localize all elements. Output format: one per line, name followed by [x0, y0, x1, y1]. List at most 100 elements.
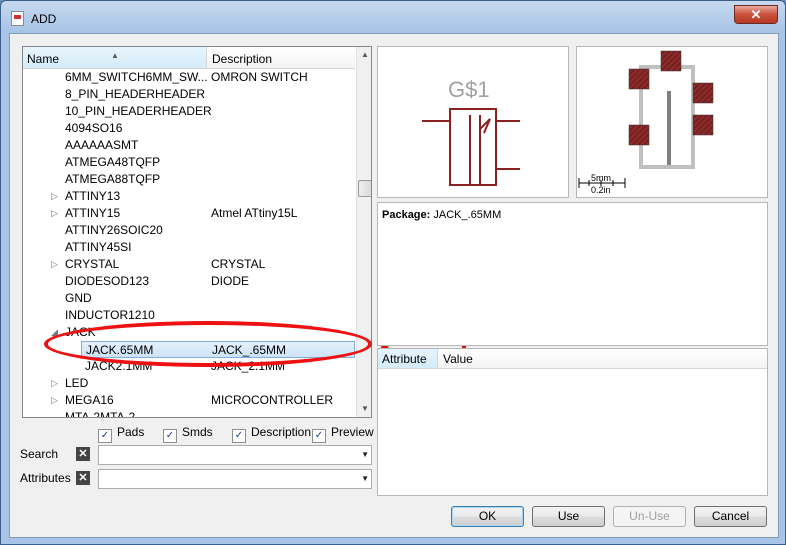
tree-row[interactable]: ▷ MEGA16 MICROCONTROLLER	[23, 392, 355, 409]
clear-search-icon[interactable]: ✕	[76, 447, 90, 461]
library-tree[interactable]: ▲ Name Description 6MM_SWITCH6MM_SW... OM…	[22, 46, 372, 418]
preview-checkbox[interactable]: ✓ Preview	[312, 424, 374, 443]
tree-row[interactable]: 4094SO16	[23, 120, 355, 137]
preview-label: Preview	[331, 425, 374, 439]
description-check-icon: ✓	[232, 429, 246, 443]
tree-row[interactable]: ▷ ATTINY13	[23, 188, 355, 205]
filter-options: ✓ Pads ✓ Smds ✓ Description ✓ Preview	[98, 424, 388, 443]
add-dialog-window: ADD ✕ ▲ Name Description 6MM_SWITCH6MM_S…	[0, 0, 786, 545]
title-bar[interactable]: ADD ✕	[1, 1, 785, 35]
tree-row-name: JACK	[65, 325, 96, 339]
attributes-filter-row: Attributes ✕ ▼	[20, 469, 372, 489]
tree-row-description: OMRON SWITCH	[211, 70, 308, 84]
tree-row[interactable]: DIODESOD123 DIODE	[23, 273, 355, 290]
search-input[interactable]: ▼	[98, 445, 372, 465]
tree-row-description: JACK_.65MM	[212, 343, 287, 357]
tree-row-description: MICROCONTROLLER	[211, 393, 334, 407]
tree-row[interactable]: MTA-2MTA-2	[23, 409, 355, 418]
smds-label: Smds	[182, 425, 213, 439]
preview-check-icon: ✓	[312, 429, 326, 443]
tree-row-name: JACK2.1MM	[85, 359, 153, 373]
use-button[interactable]: Use	[532, 506, 605, 527]
smds-checkbox[interactable]: ✓ Smds	[163, 424, 213, 443]
search-row: Search ✕ ▼	[20, 445, 372, 465]
collapsed-arrow-icon[interactable]: ▷	[51, 188, 61, 205]
unuse-button[interactable]: Un-Use	[613, 506, 686, 527]
tree-row[interactable]: 6MM_SWITCH6MM_SW... OMRON SWITCH	[23, 69, 355, 86]
tree-row-name: ATTINY26SOIC20	[65, 223, 163, 237]
tree-row-name: INDUCTOR1210	[65, 308, 155, 322]
package-graphic: 5mm 0.2in	[578, 50, 714, 195]
tree-row[interactable]: JACK2.1MM JACK_2.1MM	[23, 358, 355, 375]
tree-row-name: ATTINY45SI	[65, 240, 132, 254]
collapsed-arrow-icon[interactable]: ▷	[51, 256, 61, 273]
tree-row-description: DIODE	[211, 274, 250, 288]
package-value: JACK_.65MM	[433, 209, 502, 221]
app-icon	[11, 11, 24, 26]
tree-row[interactable]: ATTINY26SOIC20	[23, 222, 355, 239]
tree-row-name: JACK.65MM	[86, 343, 154, 357]
attributes-filter-input[interactable]: ▼	[98, 469, 372, 489]
tree-row[interactable]: 8_PIN_HEADERHEADER	[23, 86, 355, 103]
tree-row[interactable]: AAAAAASMT	[23, 137, 355, 154]
ok-button[interactable]: OK	[451, 506, 524, 527]
expanded-arrow-icon[interactable]: ◢	[51, 324, 61, 341]
tree-vertical-scrollbar[interactable]: ▲ ▼	[356, 47, 371, 417]
tree-row[interactable]: ▷ LED	[23, 375, 355, 392]
tree-row[interactable]: ATTINY45SI	[23, 239, 355, 256]
close-button[interactable]: ✕	[734, 5, 778, 24]
tree-row[interactable]: GND	[23, 290, 355, 307]
window-title: ADD	[31, 12, 57, 26]
scale-in-label: 0.2in	[591, 185, 611, 195]
column-header-name[interactable]: ▲ Name	[23, 47, 207, 68]
tree-row[interactable]: ATMEGA48TQFP	[23, 154, 355, 171]
scroll-up-icon[interactable]: ▲	[357, 47, 371, 63]
tree-row[interactable]: ▷ ATTINY15 Atmel ATtiny15L	[23, 205, 355, 222]
clear-attributes-icon[interactable]: ✕	[76, 471, 90, 485]
tree-row-description: CRYSTAL	[211, 257, 266, 271]
column-header-attribute[interactable]: Attribute	[378, 349, 438, 368]
tree-row-name: 8_PIN_HEADERHEADER	[65, 87, 206, 101]
tree-row-description: JACK_2.1MM	[211, 359, 286, 373]
column-header-description-label: Description	[212, 52, 273, 66]
tree-row-name: ATTINY13	[65, 189, 121, 203]
symbol-name-label: G$1	[448, 77, 490, 102]
package-preview: 5mm 0.2in	[576, 46, 768, 198]
attributes-dropdown-icon[interactable]: ▼	[361, 471, 369, 487]
pads-checkbox[interactable]: ✓ Pads	[98, 424, 144, 443]
scroll-down-icon[interactable]: ▼	[357, 401, 371, 417]
tree-row-name: GND	[65, 291, 92, 305]
scroll-thumb[interactable]	[358, 180, 371, 197]
search-dropdown-icon[interactable]: ▼	[361, 447, 369, 463]
dialog-client: ▲ Name Description 6MM_SWITCH6MM_SW... OM…	[9, 33, 779, 538]
tree-row-name: ATTINY15	[65, 206, 121, 220]
tree-row[interactable]: JACK.65MM JACK_.65MM	[81, 341, 355, 358]
collapsed-arrow-icon[interactable]: ▷	[51, 205, 61, 222]
collapsed-arrow-icon[interactable]: ▷	[51, 375, 61, 392]
tree-row-name: MEGA16	[65, 393, 114, 407]
tree-row[interactable]: ATMEGA88TQFP	[23, 171, 355, 188]
symbol-preview: G$1	[377, 46, 569, 198]
column-header-name-label: Name	[27, 52, 60, 66]
tree-row-name: MTA-2MTA-2	[65, 410, 136, 418]
tree-row-name: 4094SO16	[65, 121, 123, 135]
description-checkbox[interactable]: ✓ Description	[232, 424, 312, 443]
attributes-panel[interactable]: Attribute Value	[377, 348, 768, 496]
description-label: Description	[251, 425, 312, 439]
tree-row[interactable]: ◢ JACK	[23, 324, 355, 341]
scale-mm-label: 5mm	[591, 173, 611, 183]
cancel-button[interactable]: Cancel	[694, 506, 767, 527]
tree-row-description: Atmel ATtiny15L	[211, 206, 298, 220]
tree-row[interactable]: ▷ CRYSTAL CRYSTAL	[23, 256, 355, 273]
tree-row-name: CRYSTAL	[65, 257, 120, 271]
attributes-header: Attribute Value	[378, 349, 767, 369]
tree-row[interactable]: INDUCTOR1210	[23, 307, 355, 324]
tree-row-name: ATMEGA88TQFP	[65, 172, 161, 186]
attributes-filter-label: Attributes	[20, 471, 71, 485]
tree-row[interactable]: 10_PIN_HEADERHEADER	[23, 103, 355, 120]
column-header-description[interactable]: Description	[208, 47, 355, 68]
sort-ascending-icon: ▲	[111, 51, 119, 60]
description-panel: Package: JACK_.65MM	[377, 202, 768, 346]
collapsed-arrow-icon[interactable]: ▷	[51, 392, 61, 409]
column-header-value[interactable]: Value	[439, 349, 473, 368]
